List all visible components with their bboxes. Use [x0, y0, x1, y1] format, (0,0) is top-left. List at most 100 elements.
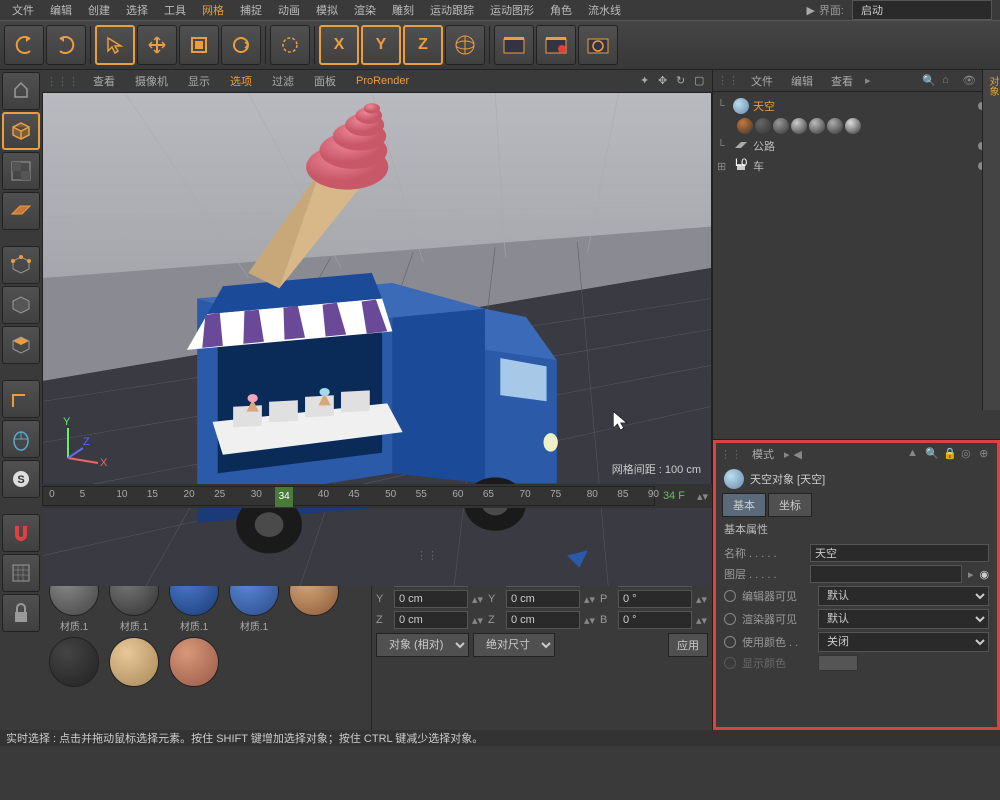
obj-search-icon[interactable]: 🔍 [922, 74, 936, 88]
menu-tracker[interactable]: 运动跟踪 [422, 2, 482, 18]
menu-create[interactable]: 创建 [80, 2, 118, 18]
z-axis-lock[interactable]: Z [403, 25, 443, 65]
attr-up-icon[interactable]: ▲ [907, 447, 921, 461]
menu-animate[interactable]: 动画 [270, 2, 308, 18]
timeline[interactable]: 0 5 10 15 20 25 30 34 40 45 50 55 60 65 … [42, 484, 712, 508]
object-name[interactable]: 车 [753, 158, 974, 174]
obj-eye-icon[interactable]: 👁 [962, 74, 976, 88]
material-tag[interactable] [845, 118, 861, 134]
material-tag[interactable] [791, 118, 807, 134]
attr-display-color-swatch[interactable] [818, 655, 858, 671]
coord-system[interactable] [445, 25, 485, 65]
attr-name-field[interactable] [810, 544, 989, 562]
obj-grip-icon[interactable]: ⋮⋮ [717, 74, 739, 87]
tree-row[interactable]: └ 公路 [717, 136, 996, 156]
attr-layer-more-icon[interactable]: ▸ [968, 568, 974, 581]
material-tag[interactable] [827, 118, 843, 134]
select-tool[interactable] [95, 25, 135, 65]
vp-panel-menu[interactable]: 面板 [308, 73, 342, 89]
material-tag[interactable] [737, 118, 753, 134]
menu-simulate[interactable]: 模拟 [308, 2, 346, 18]
x-axis-lock[interactable]: X [319, 25, 359, 65]
vp-rotate-icon[interactable]: ↻ [676, 74, 690, 88]
model-mode[interactable] [2, 112, 40, 150]
attr-grip-icon[interactable]: ⋮⋮ [720, 448, 742, 461]
tree-expand-icon[interactable]: └ [717, 100, 729, 112]
workplane-mode[interactable] [2, 192, 40, 230]
pos-Z-field[interactable] [394, 611, 468, 629]
scale-tool[interactable] [179, 25, 219, 65]
timeline-spinner[interactable]: ▴▾ [693, 490, 712, 503]
material-item[interactable] [46, 637, 102, 689]
attr-layer-pick-icon[interactable]: ◉ [980, 568, 990, 581]
timeline-ruler[interactable]: 0 5 10 15 20 25 30 34 40 45 50 55 60 65 … [42, 486, 655, 506]
size-Y-field[interactable] [506, 590, 580, 608]
layout-dropdown[interactable]: 启动 [852, 0, 992, 20]
perspective-viewport[interactable]: 透视视图 [42, 92, 712, 484]
pos-Y-field[interactable] [394, 590, 468, 608]
redo-button[interactable] [46, 25, 86, 65]
obj-more-icon[interactable]: ▸ [865, 74, 871, 87]
vp-options-menu[interactable]: 选项 [224, 73, 258, 89]
attr-render-vis-radio[interactable] [724, 613, 736, 625]
menu-tools[interactable]: 工具 [156, 2, 194, 18]
rot-B-field[interactable] [618, 611, 692, 629]
material-tag[interactable] [809, 118, 825, 134]
vp-filter-menu[interactable]: 过滤 [266, 73, 300, 89]
attr-tab-basic[interactable]: 基本 [722, 493, 766, 517]
menu-edit[interactable]: 编辑 [42, 2, 80, 18]
coord-grip-icon[interactable]: ⋮⋮ [416, 549, 438, 562]
vp-max-icon[interactable]: ▢ [694, 74, 708, 88]
axis-mode[interactable] [2, 380, 40, 418]
attr-search-icon[interactable]: 🔍 [925, 447, 939, 461]
workplane-grid[interactable] [2, 554, 40, 592]
move-tool[interactable] [137, 25, 177, 65]
menu-snap[interactable]: 捕捉 [232, 2, 270, 18]
attr-new-icon[interactable]: ⊕ [979, 447, 993, 461]
obj-home-icon[interactable]: ⌂ [942, 74, 956, 88]
menu-mograph[interactable]: 运动图形 [482, 2, 542, 18]
tree-expand-icon[interactable]: └ [717, 140, 729, 152]
obj-file-menu[interactable]: 文件 [745, 73, 779, 89]
mouse-mode[interactable] [2, 420, 40, 458]
menu-pipeline[interactable]: 流水线 [580, 2, 629, 18]
attr-lock-icon[interactable]: 🔒 [943, 447, 957, 461]
vp-nav-icon[interactable]: ✦ [640, 74, 654, 88]
menu-select[interactable]: 选择 [118, 2, 156, 18]
attr-render-vis-select[interactable]: 默认 [818, 609, 989, 629]
vp-prorender-menu[interactable]: ProRender [350, 75, 415, 87]
attr-display-color-radio[interactable] [724, 657, 736, 669]
render-settings[interactable] [578, 25, 618, 65]
layout-play-icon[interactable]: ▶ [806, 4, 814, 17]
size-Z-field[interactable] [506, 611, 580, 629]
rot-P-field[interactable] [618, 590, 692, 608]
magnet-snap[interactable] [2, 514, 40, 552]
poly-mode[interactable] [2, 326, 40, 364]
rotate-tool[interactable] [221, 25, 261, 65]
menu-file[interactable]: 文件 [4, 2, 42, 18]
attr-mode-menu[interactable]: 模式 [746, 446, 780, 462]
attr-layer-field[interactable] [810, 565, 962, 583]
y-axis-lock[interactable]: Y [361, 25, 401, 65]
vp-grip-icon[interactable]: ⋮⋮⋮ [46, 75, 79, 88]
material-item[interactable] [106, 637, 162, 689]
material-item[interactable] [166, 637, 222, 689]
last-tool[interactable] [270, 25, 310, 65]
render-region[interactable] [536, 25, 576, 65]
attr-use-color-select[interactable]: 关闭 [818, 632, 989, 652]
object-name[interactable]: 天空 [753, 98, 974, 114]
vp-pan-icon[interactable]: ✥ [658, 74, 672, 88]
vp-view-menu[interactable]: 查看 [87, 73, 121, 89]
material-tag[interactable] [755, 118, 771, 134]
attr-target-icon[interactable]: ◎ [961, 447, 975, 461]
tree-row[interactable]: ⊞ L0 车 [717, 156, 996, 176]
point-mode[interactable] [2, 246, 40, 284]
menu-sculpt[interactable]: 雕刻 [384, 2, 422, 18]
vp-display-menu[interactable]: 显示 [182, 73, 216, 89]
menu-character[interactable]: 角色 [542, 2, 580, 18]
menu-render[interactable]: 渲染 [346, 2, 384, 18]
attr-tab-coord[interactable]: 坐标 [768, 493, 812, 517]
tree-row[interactable]: └ 天空 [717, 96, 996, 116]
coord-apply-button[interactable]: 应用 [668, 633, 708, 657]
edge-mode[interactable] [2, 286, 40, 324]
